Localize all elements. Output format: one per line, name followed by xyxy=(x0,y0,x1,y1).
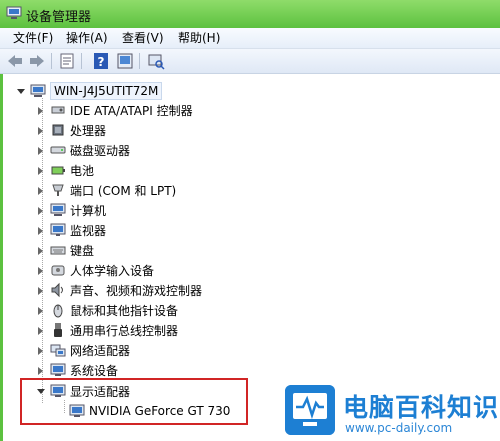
battery-icon xyxy=(51,166,65,175)
collapsed-arrow-icon[interactable] xyxy=(36,106,45,115)
tree-item-monitor[interactable]: 监视器 xyxy=(36,221,106,239)
tree-item-hid[interactable]: 人体学输入设备 xyxy=(36,261,154,279)
view-icon[interactable] xyxy=(116,52,134,70)
window-title: 设备管理器 xyxy=(26,10,92,25)
system-device-icon xyxy=(50,363,66,376)
tree-item-label: 端口 (COM 和 LPT) xyxy=(70,183,177,198)
collapsed-arrow-icon[interactable] xyxy=(36,306,45,315)
disk-drive-icon xyxy=(50,146,66,154)
title-bar: 设备管理器 xyxy=(0,0,500,28)
menu-bar: 文件(F) 操作(A) 查看(V) 帮助(H) xyxy=(0,28,500,49)
tree-item-mouse[interactable]: 鼠标和其他指针设备 xyxy=(36,301,178,319)
tree-item-system[interactable]: 系统设备 xyxy=(36,361,118,379)
network-icon xyxy=(50,344,66,357)
watermark-title: 电脑百科知识 xyxy=(343,393,500,422)
tree-item-processor[interactable]: 处理器 xyxy=(36,121,106,139)
tree-item-label: 计算机 xyxy=(70,203,107,218)
tree-item-label: 处理器 xyxy=(70,123,107,138)
tree-item-port[interactable]: 端口 (COM 和 LPT) xyxy=(36,181,176,199)
tree-root[interactable]: WIN-J4J5UTIT72M xyxy=(16,82,163,100)
collapsed-arrow-icon[interactable] xyxy=(36,186,45,195)
tree-item-disk[interactable]: 磁盘驱动器 xyxy=(36,141,130,159)
highlight-box xyxy=(20,378,248,425)
menu-view[interactable]: 查看(V) xyxy=(122,30,164,46)
collapsed-arrow-icon[interactable] xyxy=(36,226,45,235)
collapsed-arrow-icon[interactable] xyxy=(36,286,45,295)
tree-item-label: 网络适配器 xyxy=(70,343,131,358)
collapsed-arrow-icon[interactable] xyxy=(36,266,45,275)
collapsed-arrow-icon[interactable] xyxy=(36,126,45,135)
computer-icon xyxy=(30,84,46,97)
tree-item-battery[interactable]: 电池 xyxy=(36,161,94,179)
device-manager-icon xyxy=(6,6,22,19)
menu-file[interactable]: 文件(F) xyxy=(13,30,53,46)
collapsed-arrow-icon[interactable] xyxy=(36,246,45,255)
properties-icon[interactable] xyxy=(58,52,76,70)
collapsed-arrow-icon[interactable] xyxy=(36,346,45,355)
tree-item-label: 监视器 xyxy=(70,223,107,238)
back-arrow-icon[interactable] xyxy=(6,52,24,70)
tree-item-label: 键盘 xyxy=(70,243,95,258)
svg-text:?: ? xyxy=(98,55,105,69)
menu-action[interactable]: 操作(A) xyxy=(66,30,108,46)
keyboard-icon xyxy=(50,246,66,255)
watermark-url: www.pc-daily.com xyxy=(345,421,453,435)
computer-icon xyxy=(50,203,66,216)
ide-controller-icon xyxy=(51,106,65,114)
tree-item-sound[interactable]: 声音、视频和游戏控制器 xyxy=(36,281,202,299)
toolbar: ? xyxy=(0,49,500,74)
tree-item-label: 人体学输入设备 xyxy=(70,263,155,278)
expanded-arrow-icon[interactable] xyxy=(16,87,25,96)
monitor-icon xyxy=(50,223,66,236)
tree-item-ide[interactable]: IDE ATA/ATAPI 控制器 xyxy=(36,101,193,119)
root-label: WIN-J4J5UTIT72M xyxy=(50,82,163,100)
hid-icon xyxy=(51,265,65,276)
collapsed-arrow-icon[interactable] xyxy=(36,326,45,335)
tree-item-label: 磁盘驱动器 xyxy=(70,143,131,158)
tree-item-keyboard[interactable]: 键盘 xyxy=(36,241,94,259)
port-icon xyxy=(52,184,64,196)
help-icon[interactable]: ? xyxy=(92,52,110,70)
processor-icon xyxy=(52,124,64,136)
collapsed-arrow-icon[interactable] xyxy=(36,166,45,175)
tree-item-label: 声音、视频和游戏控制器 xyxy=(70,283,203,298)
collapsed-arrow-icon[interactable] xyxy=(36,366,45,375)
tree-item-usb[interactable]: 通用串行总线控制器 xyxy=(36,321,178,339)
tree-item-label: IDE ATA/ATAPI 控制器 xyxy=(70,103,193,118)
tree-item-label: 鼠标和其他指针设备 xyxy=(70,303,179,318)
tree-item-label: 通用串行总线控制器 xyxy=(70,323,179,338)
tree-item-label: 电池 xyxy=(70,163,95,178)
sound-icon xyxy=(51,282,63,298)
tree-item-computer[interactable]: 计算机 xyxy=(36,201,106,219)
tree-item-network[interactable]: 网络适配器 xyxy=(36,341,130,359)
menu-help[interactable]: 帮助(H) xyxy=(178,30,220,46)
mouse-icon xyxy=(53,304,63,318)
collapsed-arrow-icon[interactable] xyxy=(36,206,45,215)
usb-icon xyxy=(54,323,62,337)
scan-hardware-icon[interactable] xyxy=(147,52,165,70)
collapsed-arrow-icon[interactable] xyxy=(36,146,45,155)
watermark-logo: 电脑百科知识 www.pc-daily.com xyxy=(285,385,500,441)
pulse-monitor-icon xyxy=(285,385,335,435)
forward-arrow-icon[interactable] xyxy=(28,52,46,70)
tree-item-label: 系统设备 xyxy=(70,363,119,378)
